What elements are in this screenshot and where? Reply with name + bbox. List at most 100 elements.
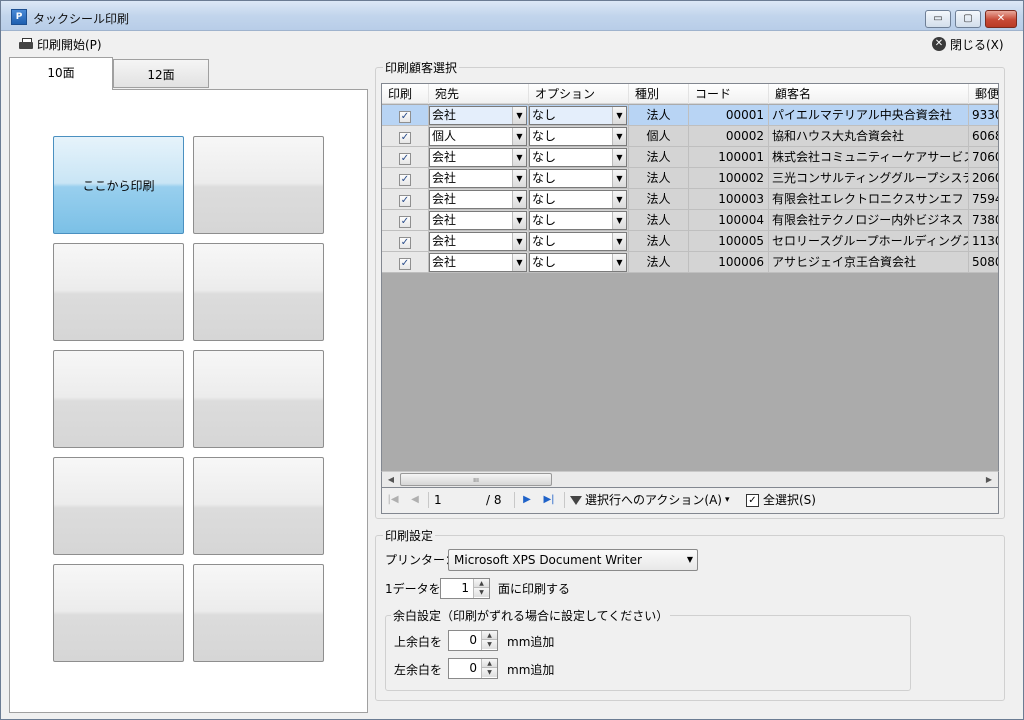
table-row[interactable]: ✓会社▼なし▼法人00001パイエルマテリアル中央合資会社9330 <box>382 105 998 126</box>
to-select[interactable]: 会社 ▼ <box>429 190 527 209</box>
option-select[interactable]: なし ▼ <box>529 127 627 146</box>
tab-12-labels[interactable]: 12面 <box>113 59 209 88</box>
chevron-down-icon: ▼ <box>512 170 526 187</box>
label-cell[interactable] <box>193 350 324 448</box>
minimize-button[interactable]: ▭ <box>925 10 951 28</box>
title-bar[interactable]: P タックシール印刷 ▭ ▢ ✕ <box>1 1 1023 31</box>
per-data-stepper[interactable]: 1 ▲ ▼ <box>440 578 490 599</box>
chevron-down-icon: ▼ <box>612 107 626 124</box>
table-row[interactable]: ✓会社▼なし▼法人100002三光コンサルティンググループシステム...2060 <box>382 168 998 189</box>
print-checkbox-cell[interactable]: ✓ <box>382 147 429 168</box>
print-checkbox[interactable]: ✓ <box>399 111 411 123</box>
per-data-label: 1データを <box>385 582 441 596</box>
last-page-icon[interactable]: ▶| <box>542 493 556 507</box>
print-checkbox[interactable]: ✓ <box>399 216 411 228</box>
table-row[interactable]: ✓会社▼なし▼法人100004有限会社テクノロジー内外ビジネス7380 <box>382 210 998 231</box>
to-select[interactable]: 会社 ▼ <box>429 169 527 188</box>
table-row[interactable]: ✓会社▼なし▼法人100006アサヒジェイ京王合資会社5080 <box>382 252 998 273</box>
table-row[interactable]: ✓会社▼なし▼法人100001株式会社コミュニティーケアサービスコン...706… <box>382 147 998 168</box>
option-select[interactable]: なし ▼ <box>529 106 627 125</box>
next-page-icon[interactable]: ▶ <box>520 493 534 507</box>
label-cell[interactable] <box>53 564 184 662</box>
printer-select[interactable]: Microsoft XPS Document Writer ▼ <box>448 549 698 571</box>
column-header-code[interactable]: コード <box>689 84 769 104</box>
print-checkbox-cell[interactable]: ✓ <box>382 105 429 126</box>
customer-name-cell: 株式会社コミュニティーケアサービスコン... <box>769 147 969 168</box>
option-select[interactable]: なし ▼ <box>529 232 627 251</box>
print-checkbox[interactable]: ✓ <box>399 174 411 186</box>
option-select[interactable]: なし ▼ <box>529 169 627 188</box>
print-checkbox-cell[interactable]: ✓ <box>382 168 429 189</box>
print-checkbox[interactable]: ✓ <box>399 153 411 165</box>
print-checkbox-cell[interactable]: ✓ <box>382 231 429 252</box>
label-cell[interactable]: ここから印刷 <box>53 136 184 234</box>
print-start-button[interactable]: 印刷開始(P) <box>19 35 102 53</box>
column-header-kind[interactable]: 種別 <box>629 84 689 104</box>
to-select[interactable]: 会社 ▼ <box>429 148 527 167</box>
to-select[interactable]: 会社 ▼ <box>429 232 527 251</box>
stepper-buttons: ▲ ▼ <box>481 659 497 678</box>
print-checkbox-cell[interactable]: ✓ <box>382 210 429 231</box>
label-cell[interactable] <box>193 136 324 234</box>
option-cell: なし ▼ <box>529 252 629 273</box>
horizontal-scrollbar[interactable]: ◀ ııı ▶ <box>381 471 999 488</box>
spin-down-icon[interactable]: ▼ <box>482 668 497 677</box>
label-cell[interactable] <box>193 457 324 555</box>
scroll-right-icon[interactable]: ▶ <box>982 473 996 487</box>
label-cell[interactable] <box>53 243 184 341</box>
label-cell[interactable] <box>53 350 184 448</box>
left-margin-stepper[interactable]: 0 ▲ ▼ <box>448 658 498 679</box>
spin-down-icon[interactable]: ▼ <box>474 588 489 597</box>
option-cell: なし ▼ <box>529 105 629 126</box>
scroll-thumb[interactable]: ııı <box>400 473 552 486</box>
to-cell: 会社 ▼ <box>429 105 529 126</box>
option-select[interactable]: なし ▼ <box>529 253 627 272</box>
page-number-input[interactable]: 1 <box>434 492 482 509</box>
column-header-to[interactable]: 宛先 <box>429 84 529 104</box>
scroll-left-icon[interactable]: ◀ <box>384 473 398 487</box>
column-header-option[interactable]: オプション <box>529 84 629 104</box>
to-select[interactable]: 会社 ▼ <box>429 106 527 125</box>
page-total: / 8 <box>486 493 502 507</box>
prev-page-icon[interactable]: ◀ <box>408 493 422 507</box>
print-checkbox-cell[interactable]: ✓ <box>382 126 429 147</box>
print-checkbox-cell[interactable]: ✓ <box>382 252 429 273</box>
spin-up-icon[interactable]: ▲ <box>482 631 497 640</box>
window-close-button[interactable]: ✕ <box>985 10 1017 28</box>
spin-up-icon[interactable]: ▲ <box>474 579 489 588</box>
close-button[interactable]: ✕ 閉じる(X) <box>932 35 1004 53</box>
first-page-icon[interactable]: |◀ <box>386 493 400 507</box>
spin-down-icon[interactable]: ▼ <box>482 640 497 649</box>
table-row[interactable]: ✓会社▼なし▼法人100003有限会社エレクトロニクスサンエフ7594 <box>382 189 998 210</box>
print-checkbox[interactable]: ✓ <box>399 258 411 270</box>
column-header-print[interactable]: 印刷 <box>382 84 429 104</box>
to-select[interactable]: 会社 ▼ <box>429 211 527 230</box>
spin-up-icon[interactable]: ▲ <box>482 659 497 668</box>
maximize-button[interactable]: ▢ <box>955 10 981 28</box>
print-checkbox[interactable]: ✓ <box>399 237 411 249</box>
print-checkbox-cell[interactable]: ✓ <box>382 189 429 210</box>
to-select[interactable]: 個人 ▼ <box>429 127 527 146</box>
top-margin-stepper[interactable]: 0 ▲ ▼ <box>448 630 498 651</box>
option-select[interactable]: なし ▼ <box>529 148 627 167</box>
label-cell[interactable] <box>193 564 324 662</box>
label-cell[interactable] <box>53 457 184 555</box>
column-header-name[interactable]: 顧客名 <box>769 84 969 104</box>
customer-grid: 印刷 宛先 オプション 種別 コード 顧客名 郵便 ✓ 会社 ▼ なし ▼ 法人 00001… <box>381 83 999 487</box>
select-all-checkbox[interactable]: ✓ 全選択(S) <box>746 492 816 509</box>
option-select-value: なし <box>532 234 557 248</box>
table-row[interactable]: ✓会社▼なし▼法人100005セロリースグループホールディングス合...1130 <box>382 231 998 252</box>
column-header-zip[interactable]: 郵便 <box>969 84 998 104</box>
to-select[interactable]: 会社 ▼ <box>429 253 527 272</box>
option-select[interactable]: なし ▼ <box>529 190 627 209</box>
tab-10-labels[interactable]: 10面 <box>9 57 113 90</box>
print-checkbox[interactable]: ✓ <box>399 195 411 207</box>
code-cell: 100006 <box>689 252 769 273</box>
label-cell[interactable] <box>193 243 324 341</box>
option-select[interactable]: なし ▼ <box>529 211 627 230</box>
print-checkbox[interactable]: ✓ <box>399 132 411 144</box>
to-select-value: 会社 <box>432 255 457 269</box>
row-action-button[interactable]: 選択行へのアクション(A) ▾ <box>570 492 730 509</box>
table-row[interactable]: ✓個人▼なし▼個人00002協和ハウス大丸合資会社6068 <box>382 126 998 147</box>
option-select-value: なし <box>532 192 557 206</box>
